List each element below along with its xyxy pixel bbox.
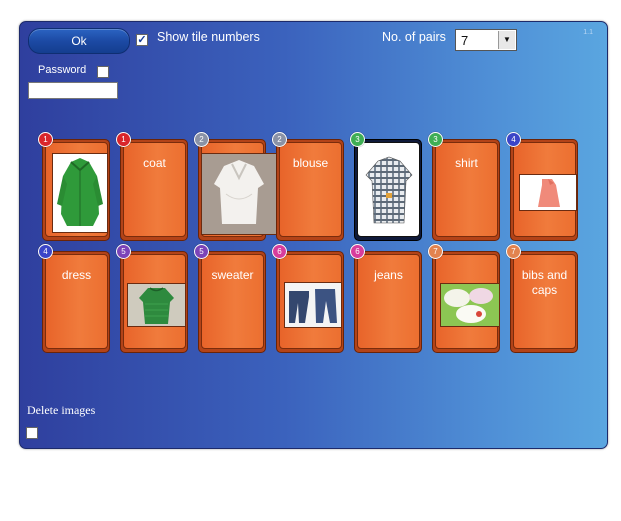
tile-number-badge: 3 <box>428 132 443 147</box>
tile-face: bibs and caps <box>513 254 576 349</box>
password-label: Password <box>38 64 87 76</box>
green-sweater-photo-icon <box>127 283 186 327</box>
delete-images-label: Delete images <box>27 403 96 417</box>
password-checkbox[interactable] <box>97 66 109 78</box>
ok-button[interactable]: Ok <box>28 28 130 54</box>
tile-word: jeans <box>374 268 403 282</box>
tile[interactable]: 4 <box>506 132 578 241</box>
pink-dress-photo-icon <box>519 174 577 211</box>
tile[interactable]: shirt 3 <box>428 132 500 241</box>
tile[interactable]: 6 <box>272 244 344 353</box>
tile-face: coat <box>123 142 186 237</box>
tile-face <box>279 254 342 349</box>
show-tile-numbers-checkbox[interactable]: ✓ <box>136 34 148 46</box>
tile-number-badge: 6 <box>350 244 365 259</box>
tile-face <box>123 254 186 349</box>
chevron-down-icon[interactable]: ▼ <box>498 31 515 49</box>
tile-number-badge: 5 <box>116 244 131 259</box>
tile-word: bibs and caps <box>521 268 568 297</box>
tile[interactable]: 1 <box>38 132 110 241</box>
tile[interactable]: 3 <box>350 132 422 241</box>
tile[interactable]: 2 <box>194 132 278 241</box>
password-field[interactable] <box>28 82 118 99</box>
pairs-select[interactable]: 7 ▼ <box>455 29 517 51</box>
tile-face: blouse <box>279 142 342 237</box>
tile-number-badge: 4 <box>38 244 53 259</box>
tile-word: shirt <box>455 156 478 170</box>
tile-number-badge: 1 <box>116 132 131 147</box>
tile-number-badge: 4 <box>506 132 521 147</box>
tile-word: blouse <box>292 156 329 170</box>
tile-face <box>357 142 420 237</box>
tile-number-badge: 7 <box>506 244 521 259</box>
tile[interactable]: 5 <box>116 244 188 353</box>
delete-images-checkbox[interactable] <box>26 427 38 439</box>
tile-number-badge: 1 <box>38 132 53 147</box>
tile-word: coat <box>143 156 166 170</box>
tile-number-badge: 6 <box>272 244 287 259</box>
tile[interactable]: sweater 5 <box>194 244 266 353</box>
tile[interactable]: jeans 6 <box>350 244 422 353</box>
tile-number-badge: 7 <box>428 244 443 259</box>
game-panel: Ok ✓ Show tile numbers No. of pairs 7 ▼ … <box>19 21 608 449</box>
tile-word: sweater <box>211 268 254 282</box>
tile-face <box>513 142 577 237</box>
green-coat-photo-icon <box>52 153 108 233</box>
pairs-label: No. of pairs <box>382 30 446 44</box>
show-tile-numbers-label: Show tile numbers <box>157 30 260 44</box>
tile[interactable]: bibs and caps 7 <box>506 244 578 353</box>
tile-face: jeans <box>357 254 420 349</box>
plaid-shirt-photo-icon <box>362 153 416 229</box>
tile-word: dress <box>61 268 92 282</box>
tile-number-badge: 5 <box>194 244 209 259</box>
tile[interactable]: 7 <box>428 244 500 353</box>
version-label: 1.1 <box>583 29 593 36</box>
tile[interactable]: coat 1 <box>116 132 188 241</box>
tile-number-badge: 2 <box>272 132 287 147</box>
white-blouse-photo-icon <box>201 153 278 235</box>
tile-face <box>435 254 500 349</box>
tile-number-badge: 2 <box>194 132 209 147</box>
tile-face: shirt <box>435 142 498 237</box>
tile[interactable]: dress 4 <box>38 244 110 353</box>
pairs-value: 7 <box>461 33 469 48</box>
tile-number-badge: 3 <box>350 132 365 147</box>
tile[interactable]: blouse 2 <box>272 132 344 241</box>
jeans-photo-icon <box>284 282 342 328</box>
tile-face <box>45 142 108 237</box>
tile-face <box>201 142 278 237</box>
bibs-and-caps-photo-icon <box>440 283 500 327</box>
tile-face: dress <box>45 254 108 349</box>
tile-face: sweater <box>201 254 264 349</box>
